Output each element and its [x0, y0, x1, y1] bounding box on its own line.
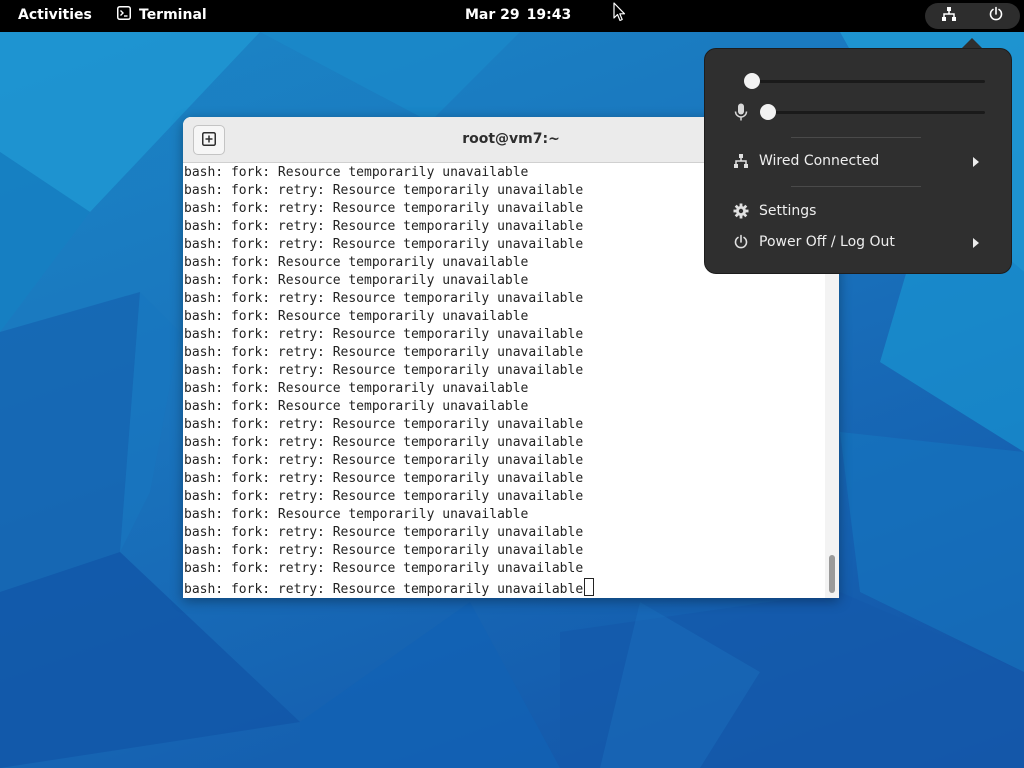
terminal-line-text: bash: fork: retry: Resource temporarily … — [184, 327, 584, 342]
submenu-arrow-icon — [973, 157, 979, 167]
terminal-line: bash: fork: retry: Resource temporarily … — [184, 452, 824, 470]
terminal-line: bash: fork: retry: Resource temporarily … — [184, 290, 824, 308]
terminal-line: bash: fork: retry: Resource temporarily … — [184, 578, 824, 597]
gear-icon — [733, 203, 749, 223]
terminal-line-text: bash: fork: retry: Resource temporarily … — [184, 345, 584, 360]
menu-separator — [791, 186, 921, 187]
terminal-line: bash: fork: retry: Resource temporarily … — [184, 524, 824, 542]
volume-slider[interactable] — [705, 69, 1013, 93]
terminal-line-text: bash: fork: Resource temporarily unavail… — [184, 273, 529, 288]
terminal-line-text: bash: fork: retry: Resource temporarily … — [184, 561, 584, 576]
volume-slider-knob[interactable] — [744, 73, 760, 89]
terminal-line-text: bash: fork: retry: Resource temporarily … — [184, 201, 584, 216]
power-off-item[interactable]: Power Off / Log Out — [705, 229, 1011, 257]
power-icon — [733, 234, 749, 254]
menu-separator — [791, 137, 921, 138]
terminal-line-text: bash: fork: retry: Resource temporarily … — [184, 582, 584, 597]
terminal-line: bash: fork: Resource temporarily unavail… — [184, 272, 824, 290]
terminal-line: bash: fork: retry: Resource temporarily … — [184, 344, 824, 362]
microphone-icon — [734, 103, 748, 125]
system-status-area[interactable] — [925, 3, 1020, 29]
terminal-line: bash: fork: retry: Resource temporarily … — [184, 560, 824, 578]
terminal-line: bash: fork: retry: Resource temporarily … — [184, 488, 824, 506]
terminal-line-text: bash: fork: retry: Resource temporarily … — [184, 363, 584, 378]
text-cursor — [584, 578, 595, 596]
clock-date: Mar 29 — [465, 7, 520, 23]
app-menu-label: Terminal — [139, 7, 207, 23]
network-wired-item[interactable]: Wired Connected — [705, 148, 1011, 176]
terminal-line: bash: fork: retry: Resource temporarily … — [184, 326, 824, 344]
terminal-line-text: bash: fork: retry: Resource temporarily … — [184, 435, 584, 450]
terminal-line-text: bash: fork: Resource temporarily unavail… — [184, 309, 529, 324]
terminal-line: bash: fork: Resource temporarily unavail… — [184, 398, 824, 416]
terminal-line-text: bash: fork: Resource temporarily unavail… — [184, 381, 529, 396]
top-bar: Activities Terminal Mar 29 19:43 — [0, 0, 1024, 32]
terminal-line-text: bash: fork: retry: Resource temporarily … — [184, 417, 584, 432]
terminal-line-text: bash: fork: retry: Resource temporarily … — [184, 471, 584, 486]
power-icon — [988, 6, 1004, 26]
clock-button[interactable]: Mar 29 19:43 — [465, 7, 571, 23]
terminal-line-text: bash: fork: retry: Resource temporarily … — [184, 543, 584, 558]
terminal-line: bash: fork: retry: Resource temporarily … — [184, 470, 824, 488]
terminal-line: bash: fork: Resource temporarily unavail… — [184, 380, 824, 398]
terminal-line-text: bash: fork: Resource temporarily unavail… — [184, 165, 529, 180]
clock-time: 19:43 — [526, 7, 572, 23]
network-item-label: Wired Connected — [759, 153, 880, 169]
activities-button[interactable]: Activities — [18, 7, 92, 23]
terminal-line: bash: fork: retry: Resource temporarily … — [184, 362, 824, 380]
network-wired-icon — [941, 6, 957, 26]
mic-slider-track[interactable] — [767, 111, 985, 114]
system-menu-pointer — [962, 38, 982, 48]
terminal-line-text: bash: fork: retry: Resource temporarily … — [184, 219, 584, 234]
terminal-line: bash: fork: retry: Resource temporarily … — [184, 434, 824, 452]
terminal-line: bash: fork: Resource temporarily unavail… — [184, 308, 824, 326]
terminal-line-text: bash: fork: retry: Resource temporarily … — [184, 237, 584, 252]
system-menu: Wired Connected Settings Power Off / Log… — [704, 48, 1012, 274]
terminal-line-text: bash: fork: retry: Resource temporarily … — [184, 183, 584, 198]
mouse-pointer-icon — [613, 2, 626, 26]
settings-item-label: Settings — [759, 203, 817, 219]
power-item-label: Power Off / Log Out — [759, 234, 895, 250]
network-wired-icon — [733, 153, 749, 173]
terminal-line: bash: fork: retry: Resource temporarily … — [184, 416, 824, 434]
app-menu-button[interactable]: Terminal — [117, 6, 207, 24]
volume-slider-track[interactable] — [751, 80, 985, 83]
terminal-app-icon — [117, 6, 131, 24]
settings-item[interactable]: Settings — [705, 198, 1011, 226]
scrollbar-thumb[interactable] — [829, 555, 835, 593]
terminal-line-text: bash: fork: Resource temporarily unavail… — [184, 399, 529, 414]
mic-slider[interactable] — [705, 100, 1013, 124]
mic-slider-knob[interactable] — [760, 104, 776, 120]
terminal-line-text: bash: fork: retry: Resource temporarily … — [184, 453, 584, 468]
submenu-arrow-icon — [973, 238, 979, 248]
terminal-line: bash: fork: retry: Resource temporarily … — [184, 542, 824, 560]
terminal-line-text: bash: fork: retry: Resource temporarily … — [184, 525, 584, 540]
terminal-line: bash: fork: Resource temporarily unavail… — [184, 506, 824, 524]
terminal-line-text: bash: fork: retry: Resource temporarily … — [184, 291, 584, 306]
terminal-line-text: bash: fork: Resource temporarily unavail… — [184, 255, 529, 270]
terminal-line-text: bash: fork: Resource temporarily unavail… — [184, 507, 529, 522]
terminal-line-text: bash: fork: retry: Resource temporarily … — [184, 489, 584, 504]
